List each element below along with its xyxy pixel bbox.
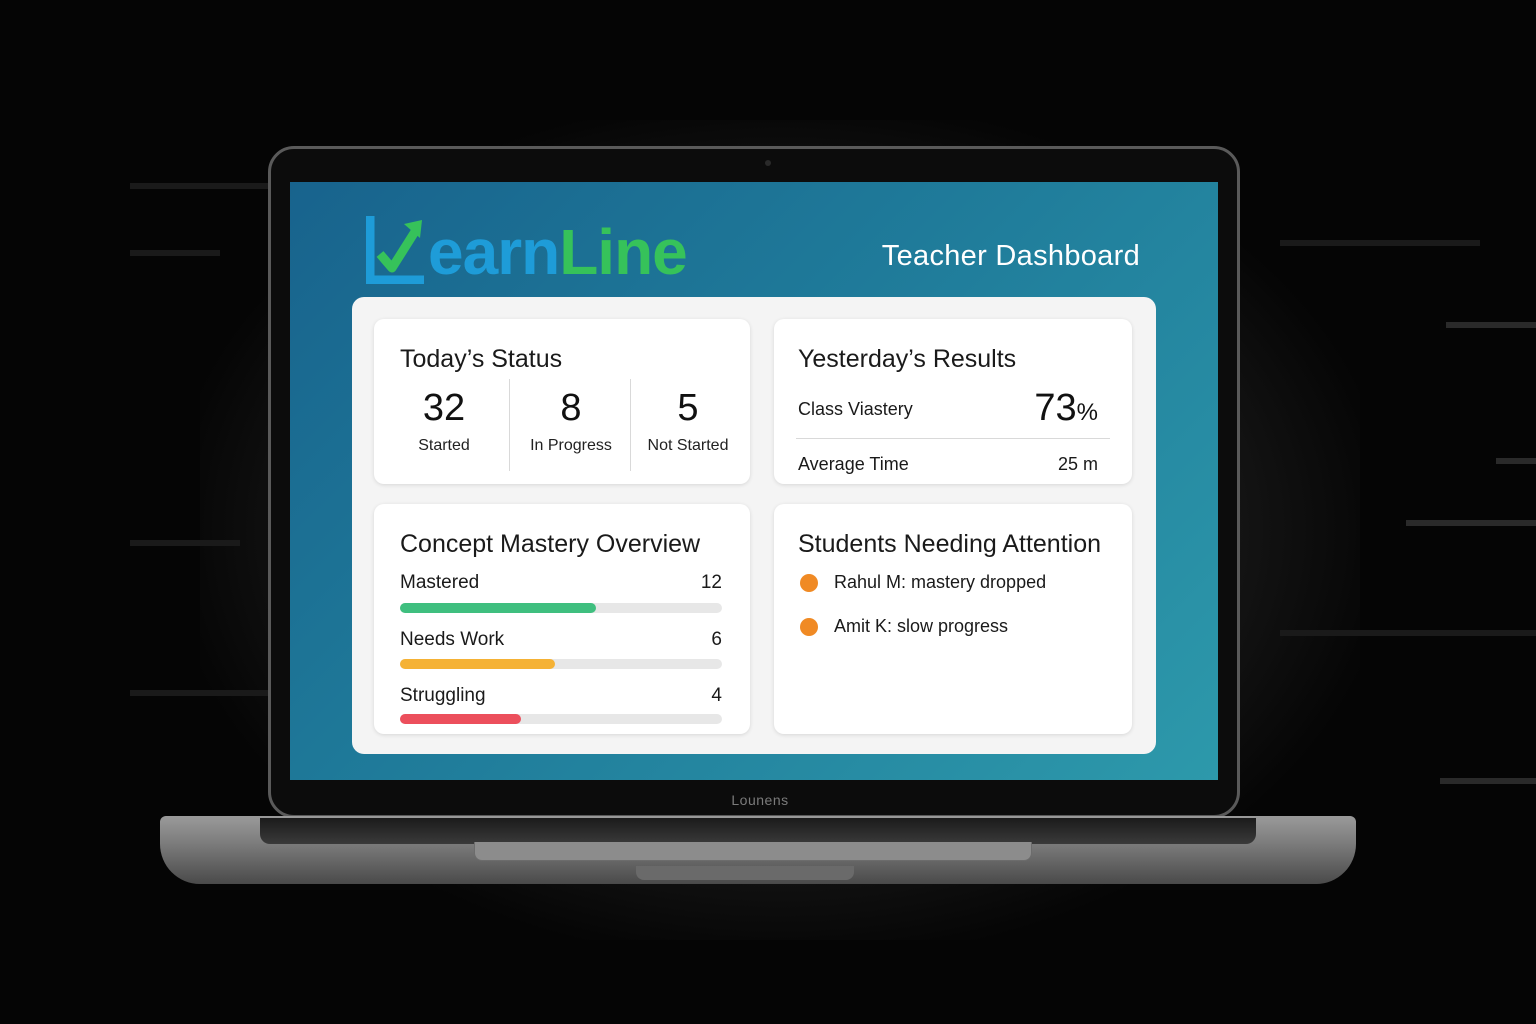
background-stripe bbox=[130, 250, 220, 256]
dashboard-panel: Today’s Status 32 Started 8 In Progress … bbox=[352, 297, 1156, 754]
attention-item[interactable]: Rahul M: mastery dropped bbox=[800, 572, 1046, 593]
page-title: Teacher Dashboard bbox=[881, 240, 1140, 272]
laptop-hinge bbox=[260, 818, 1256, 844]
background-stripe bbox=[1446, 322, 1536, 328]
progress-fill bbox=[400, 603, 597, 613]
orange-dot-icon bbox=[800, 573, 818, 592]
average-time-value: 25 m bbox=[1057, 454, 1098, 474]
progress-fill bbox=[400, 714, 521, 724]
status-value: 8 bbox=[560, 387, 582, 429]
laptop-opening-notch bbox=[636, 866, 854, 880]
logo-wordmark-line: Line bbox=[559, 216, 688, 288]
progress-bar-mastered bbox=[400, 603, 722, 613]
divider bbox=[796, 438, 1110, 439]
divider bbox=[509, 379, 510, 471]
status-value: 5 bbox=[677, 387, 699, 429]
chart-arrow-check-icon bbox=[366, 216, 424, 284]
mastery-row-needs-work: Needs Work 6 bbox=[400, 629, 722, 651]
status-in-progress[interactable]: 8 In Progress bbox=[516, 385, 626, 455]
divider bbox=[630, 379, 631, 471]
attention-text: Rahul M: mastery dropped bbox=[834, 572, 1047, 592]
dashboard-screen: earnLine Teacher Dashboard Today’s Statu… bbox=[290, 182, 1218, 780]
status-not-started[interactable]: 5 Not Started bbox=[636, 385, 740, 455]
mastery-label: Struggling bbox=[400, 685, 486, 706]
progress-bar-struggling bbox=[400, 714, 722, 724]
laptop-front-lip bbox=[474, 842, 1032, 861]
status-value: 32 bbox=[422, 387, 466, 429]
laptop-brand-label: Lounens bbox=[731, 792, 789, 808]
mastery-count: 12 bbox=[700, 572, 722, 593]
background-stripe bbox=[1280, 630, 1536, 636]
background-stripe bbox=[130, 540, 240, 546]
background-stripe bbox=[1440, 778, 1536, 784]
progress-bar-needs-work bbox=[400, 659, 722, 669]
status-label: Started bbox=[418, 437, 470, 454]
class-mastery-value: 73% bbox=[1034, 387, 1098, 430]
status-label: Not Started bbox=[647, 437, 729, 454]
background-stripe bbox=[1496, 458, 1536, 464]
logo-wordmark-earn: earn bbox=[428, 216, 560, 288]
learnline-logo[interactable]: earnLine bbox=[366, 212, 688, 284]
class-mastery-unit: % bbox=[1076, 399, 1098, 426]
camera-icon bbox=[765, 160, 771, 166]
background-stripe bbox=[130, 690, 270, 696]
status-started[interactable]: 32 Started bbox=[392, 385, 496, 455]
mastery-count: 4 bbox=[711, 685, 722, 706]
logo-wordmark: earnLine bbox=[428, 220, 688, 284]
orange-dot-icon bbox=[800, 617, 818, 636]
card-title: Concept Mastery Overview bbox=[400, 530, 701, 558]
card-title: Yesterday’s Results bbox=[798, 345, 1017, 373]
yesterdays-results-card[interactable]: Yesterday’s Results Class Viastery 73% A… bbox=[774, 319, 1132, 484]
mastery-label: Needs Work bbox=[400, 629, 505, 650]
todays-status-card[interactable]: Today’s Status 32 Started 8 In Progress … bbox=[374, 319, 750, 484]
background-stripe bbox=[130, 183, 270, 189]
mastery-label: Mastered bbox=[400, 572, 480, 593]
mastery-row-mastered: Mastered 12 bbox=[400, 572, 722, 594]
mastery-row-struggling: Struggling 4 bbox=[400, 685, 722, 707]
background-stripe bbox=[1406, 520, 1536, 526]
status-label: In Progress bbox=[530, 437, 612, 454]
attention-item[interactable]: Amit K: slow progress bbox=[800, 616, 1008, 637]
card-title: Students Needing Attention bbox=[798, 530, 1102, 558]
concept-mastery-card[interactable]: Concept Mastery Overview Mastered 12 Nee… bbox=[374, 504, 750, 734]
progress-fill bbox=[400, 659, 555, 669]
card-title: Today’s Status bbox=[400, 345, 563, 373]
attention-text: Amit K: slow progress bbox=[834, 616, 1009, 636]
class-mastery-number: 73 bbox=[1034, 387, 1077, 429]
students-attention-card[interactable]: Students Needing Attention Rahul M: mast… bbox=[774, 504, 1132, 734]
background-stripe bbox=[1280, 240, 1480, 246]
mastery-count: 6 bbox=[711, 629, 722, 650]
